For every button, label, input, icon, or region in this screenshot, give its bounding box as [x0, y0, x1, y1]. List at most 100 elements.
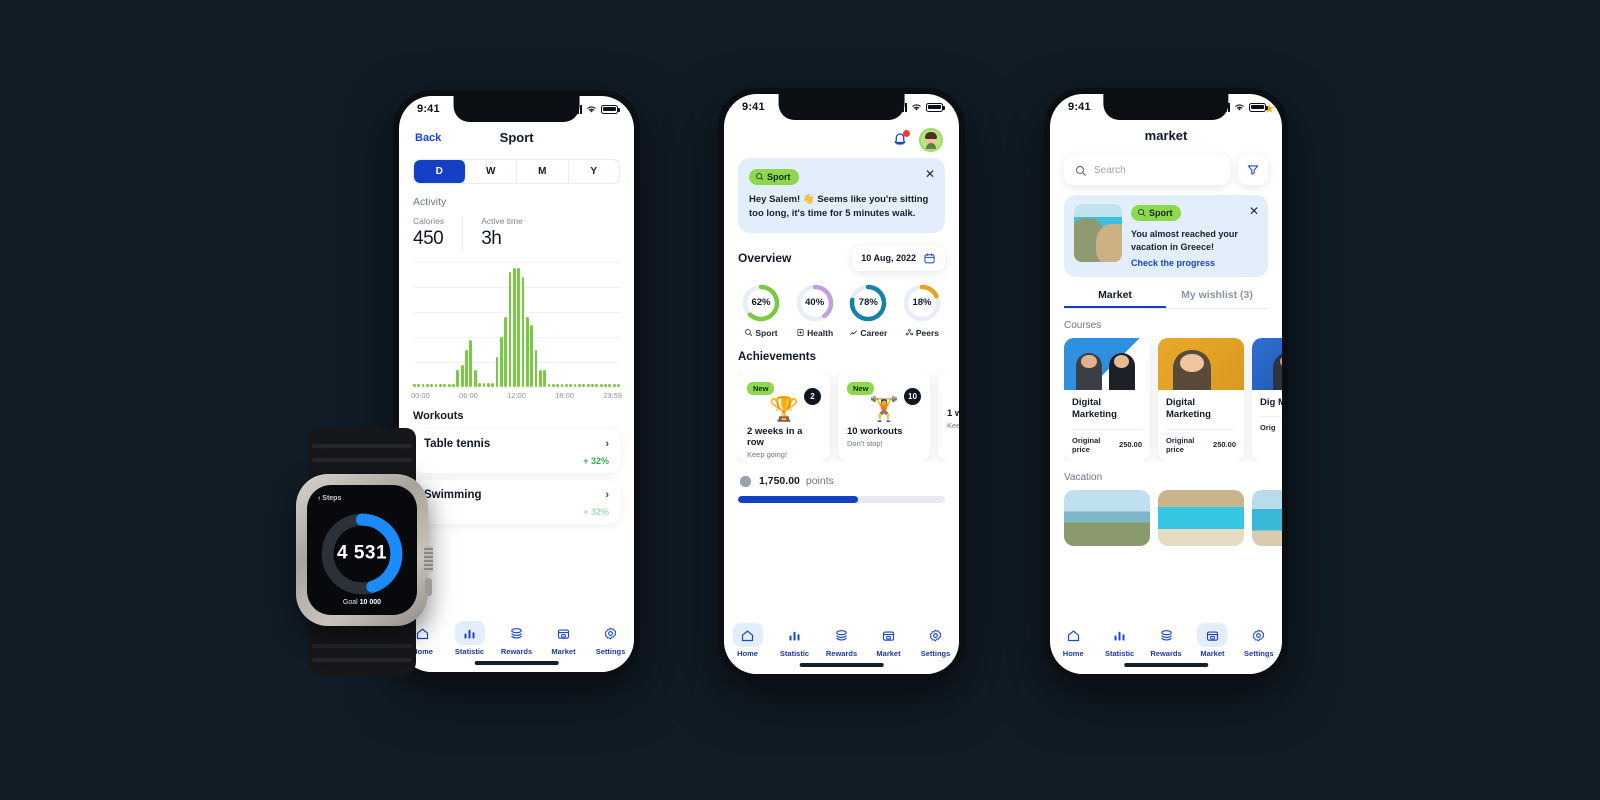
- settings-icon: [921, 623, 951, 647]
- sport-icon: [745, 329, 753, 337]
- segment-month[interactable]: M: [517, 160, 569, 183]
- vacation-list[interactable]: [1064, 489, 1282, 546]
- points-value: 1,750.00: [759, 475, 800, 487]
- avatar[interactable]: [919, 128, 943, 152]
- chart-bar: [543, 369, 547, 387]
- points-row: 1,750.00 points: [738, 474, 945, 489]
- tab-rewards[interactable]: Rewards: [493, 621, 540, 656]
- progress-ring-health[interactable]: 40% Health: [792, 283, 838, 338]
- rewards-icon: [1151, 623, 1181, 647]
- chart-bar: [447, 383, 451, 387]
- tab-market[interactable]: Market: [1064, 289, 1166, 308]
- workout-name: Table tennis: [424, 438, 491, 450]
- cellular-signal-icon: [1219, 102, 1230, 112]
- close-icon[interactable]: ✕: [1249, 204, 1259, 218]
- digital-crown[interactable]: [424, 546, 433, 572]
- courses-list[interactable]: Digital Marketing Original price 250.00 …: [1064, 101, 1282, 461]
- achievement-card[interactable]: New 2 🏆 2 weeks in a row Keep going!: [738, 369, 830, 462]
- course-card[interactable]: Digital Marketing Original price 250.00 …: [1158, 101, 1275, 461]
- course-card[interactable]: Dig Ma Orig: [1252, 338, 1282, 461]
- chart-bar: [595, 383, 599, 387]
- price-value: 250.00: [1213, 440, 1236, 450]
- steps-goal: Goal 10 000: [307, 599, 417, 606]
- chart-x-axis-labels: 00:00 06:00 12:00 18:00 23:59: [411, 391, 622, 400]
- tab-settings[interactable]: Settings: [1236, 623, 1282, 658]
- vacation-card[interactable]: [1064, 489, 1150, 546]
- achievement-card[interactable]: 1 we Keep: [938, 369, 959, 462]
- course-image: [1064, 338, 1150, 391]
- achievement-sub: Keep: [947, 420, 959, 430]
- chart-bar: [413, 383, 416, 387]
- vacation-card[interactable]: [1158, 489, 1244, 546]
- tab-market[interactable]: Market: [540, 621, 587, 656]
- donut: 62%: [741, 283, 781, 323]
- course-card[interactable]: Digital Marketing Original price 250.00: [1064, 338, 1150, 461]
- market-tabs[interactable]: Market My wishlist (3): [1064, 289, 1268, 310]
- tab-market[interactable]: Market: [1189, 623, 1235, 658]
- tab-rewards[interactable]: Rewards: [818, 623, 865, 658]
- achievement-name: 2 weeks in a row: [747, 425, 803, 448]
- tab-my-wishlist[interactable]: My wishlist (3): [1166, 289, 1268, 308]
- notification-badge-dot: [903, 130, 910, 137]
- tab-home[interactable]: Home: [724, 623, 771, 658]
- wifi-icon: [1235, 104, 1244, 111]
- stat-calories-value: 450: [413, 228, 444, 249]
- chart-bar: [478, 383, 481, 387]
- workout-card-swimming[interactable]: Swimming › + 32%: [413, 480, 620, 524]
- chart-bar: [456, 369, 460, 387]
- watch-back-button[interactable]: ‹ Steps: [318, 495, 341, 502]
- tab-rewards[interactable]: Rewards: [1143, 623, 1189, 658]
- tab-home[interactable]: Home: [1050, 623, 1096, 658]
- achievements-label: Achievements: [738, 350, 816, 363]
- side-button[interactable]: [425, 578, 432, 596]
- close-icon[interactable]: ✕: [925, 167, 935, 181]
- tab-statistic[interactable]: Statistic: [1096, 623, 1142, 658]
- notifications-button[interactable]: [891, 130, 910, 149]
- tab-label: Market: [551, 647, 576, 656]
- vacation-card[interactable]: [1252, 489, 1282, 546]
- tab-settings[interactable]: Settings: [912, 623, 959, 658]
- chart-bar: [426, 383, 429, 387]
- progress-ring-peers[interactable]: 18% Peers: [899, 283, 945, 338]
- status-time: 9:41: [417, 103, 440, 115]
- phone3-header: market: [1050, 120, 1282, 143]
- workout-card-table-tennis[interactable]: Table tennis › + 32%: [413, 429, 620, 473]
- course-title: Digital Marketing: [1072, 397, 1117, 421]
- vacation-label: Vacation: [1064, 471, 1103, 483]
- chart-bar: [430, 383, 434, 387]
- segment-day[interactable]: D: [414, 160, 466, 183]
- tab-label: Rewards: [500, 647, 533, 656]
- tab-settings[interactable]: Settings: [587, 621, 634, 656]
- tab-market[interactable]: Market: [865, 623, 912, 658]
- tab-label: Rewards: [825, 649, 858, 658]
- filter-button[interactable]: [1238, 155, 1268, 185]
- stat-calories-label: Calories: [413, 216, 445, 226]
- x-tick-label: 12:00: [507, 391, 526, 400]
- ring-value: 78%: [858, 297, 878, 308]
- achievement-card[interactable]: New 10 🏋️ 10 workouts Don't stop!: [838, 369, 930, 462]
- ring-caption: Health: [792, 328, 838, 338]
- segment-week[interactable]: W: [466, 160, 517, 183]
- achievements-list[interactable]: New 2 🏆 2 weeks in a row Keep going! New…: [738, 369, 959, 462]
- chart-bar: [556, 383, 560, 387]
- course-body: Digital Marketing Original price 250.00: [1158, 390, 1244, 461]
- date-picker[interactable]: 10 Aug, 2022: [852, 245, 945, 271]
- progress-ring-career[interactable]: 78% Career: [845, 283, 891, 338]
- status-bar: 9:41: [399, 96, 634, 122]
- tab-statistic[interactable]: Statistic: [771, 623, 818, 658]
- segment-year[interactable]: Y: [569, 160, 620, 183]
- rewards-icon: [502, 621, 532, 645]
- price-label: Original price: [1166, 435, 1195, 454]
- page-title: Sport: [499, 130, 534, 145]
- chart-bar: [434, 383, 438, 387]
- course-price-row: Orig: [1260, 416, 1282, 432]
- progress-ring-sport[interactable]: 62% Sport: [738, 283, 784, 338]
- search-input[interactable]: Search: [1064, 155, 1230, 185]
- chart-bar: [560, 383, 564, 387]
- sport-icon: [1138, 209, 1146, 217]
- period-segmented-control[interactable]: D W M Y: [413, 159, 620, 184]
- chart-bar: [460, 364, 464, 387]
- tab-statistic[interactable]: Statistic: [446, 621, 493, 656]
- wifi-icon: [912, 104, 921, 111]
- check-progress-link[interactable]: Check the progress: [1131, 258, 1258, 268]
